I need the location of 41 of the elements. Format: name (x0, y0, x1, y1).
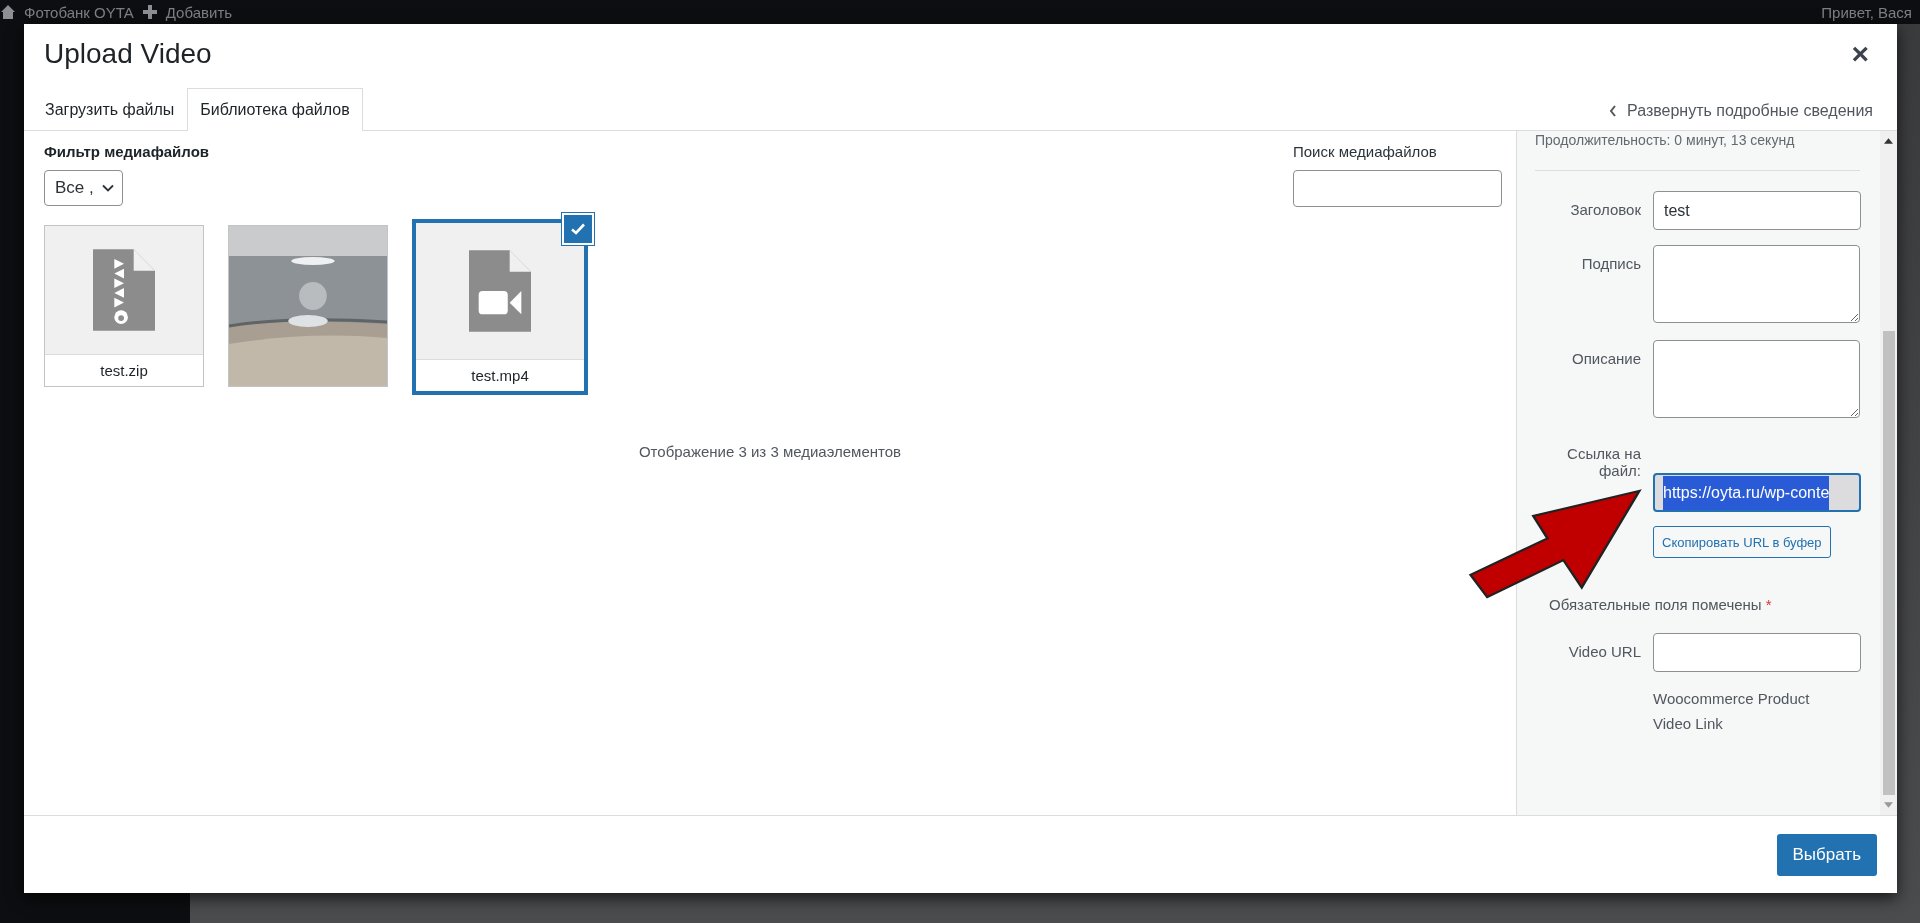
field-label: Ссылка на файл: (1566, 444, 1641, 481)
video-url-field[interactable] (1653, 633, 1861, 672)
text-area[interactable] (1653, 340, 1860, 418)
url-field[interactable]: https://oyta.ru/wp-conte (1653, 473, 1861, 512)
zip-file-icon (93, 249, 155, 331)
home-icon[interactable] (0, 4, 16, 20)
search-label: Поиск медиафайлов (1293, 143, 1438, 160)
video-file-icon (469, 250, 531, 332)
title-field[interactable]: test (1653, 191, 1861, 230)
file-name: test.zip (45, 354, 203, 386)
media-tile[interactable]: test.zip (44, 225, 204, 387)
chevron-down-icon (101, 184, 114, 192)
greeting-link[interactable]: Привет, Вася (1821, 3, 1912, 21)
filter-label: Фильтр медиафайлов (44, 143, 210, 160)
field-label: Video URL (1567, 642, 1641, 662)
file-name: test.mp4 (416, 359, 584, 391)
chevron-left-icon (1609, 105, 1617, 117)
field-label: Заголовок (1569, 200, 1641, 220)
modal-title: Upload Video (44, 38, 212, 70)
scroll-down-icon[interactable] (1884, 802, 1893, 808)
tab[interactable]: Загрузить файлы (32, 88, 188, 131)
checkmark-icon[interactable] (562, 213, 594, 245)
filter-select[interactable]: Все , (44, 170, 123, 206)
field-label: Описание (1570, 349, 1641, 369)
media-count-text: Отображение 3 из 3 медиаэлементов (637, 443, 903, 460)
scroll-up-icon[interactable] (1884, 138, 1893, 144)
field-label: Подпись (1580, 254, 1641, 274)
expand-details-link[interactable]: Развернуть подробные сведения (1609, 102, 1897, 130)
duration-text: Продолжительность: 0 минут, 13 секунд (1535, 131, 1796, 148)
text-area[interactable] (1653, 245, 1860, 323)
add-link[interactable]: Добавить (165, 3, 233, 21)
tab[interactable]: Библиотека файлов (187, 88, 363, 131)
close-button[interactable]: × (1847, 37, 1873, 71)
required-note: Обязательные поля помечены * (1549, 596, 1773, 613)
select-button[interactable]: Выбрать (1776, 833, 1877, 876)
copy-url-button[interactable]: Скопировать URL в буфер (1653, 526, 1831, 558)
search-field[interactable] (1293, 170, 1502, 207)
site-link[interactable]: Фотобанк OYTA (24, 3, 134, 21)
plus-icon[interactable] (141, 4, 158, 20)
help-text: Woocommerce Product Video Link (1653, 689, 1811, 734)
scrollbar[interactable] (1880, 131, 1897, 815)
